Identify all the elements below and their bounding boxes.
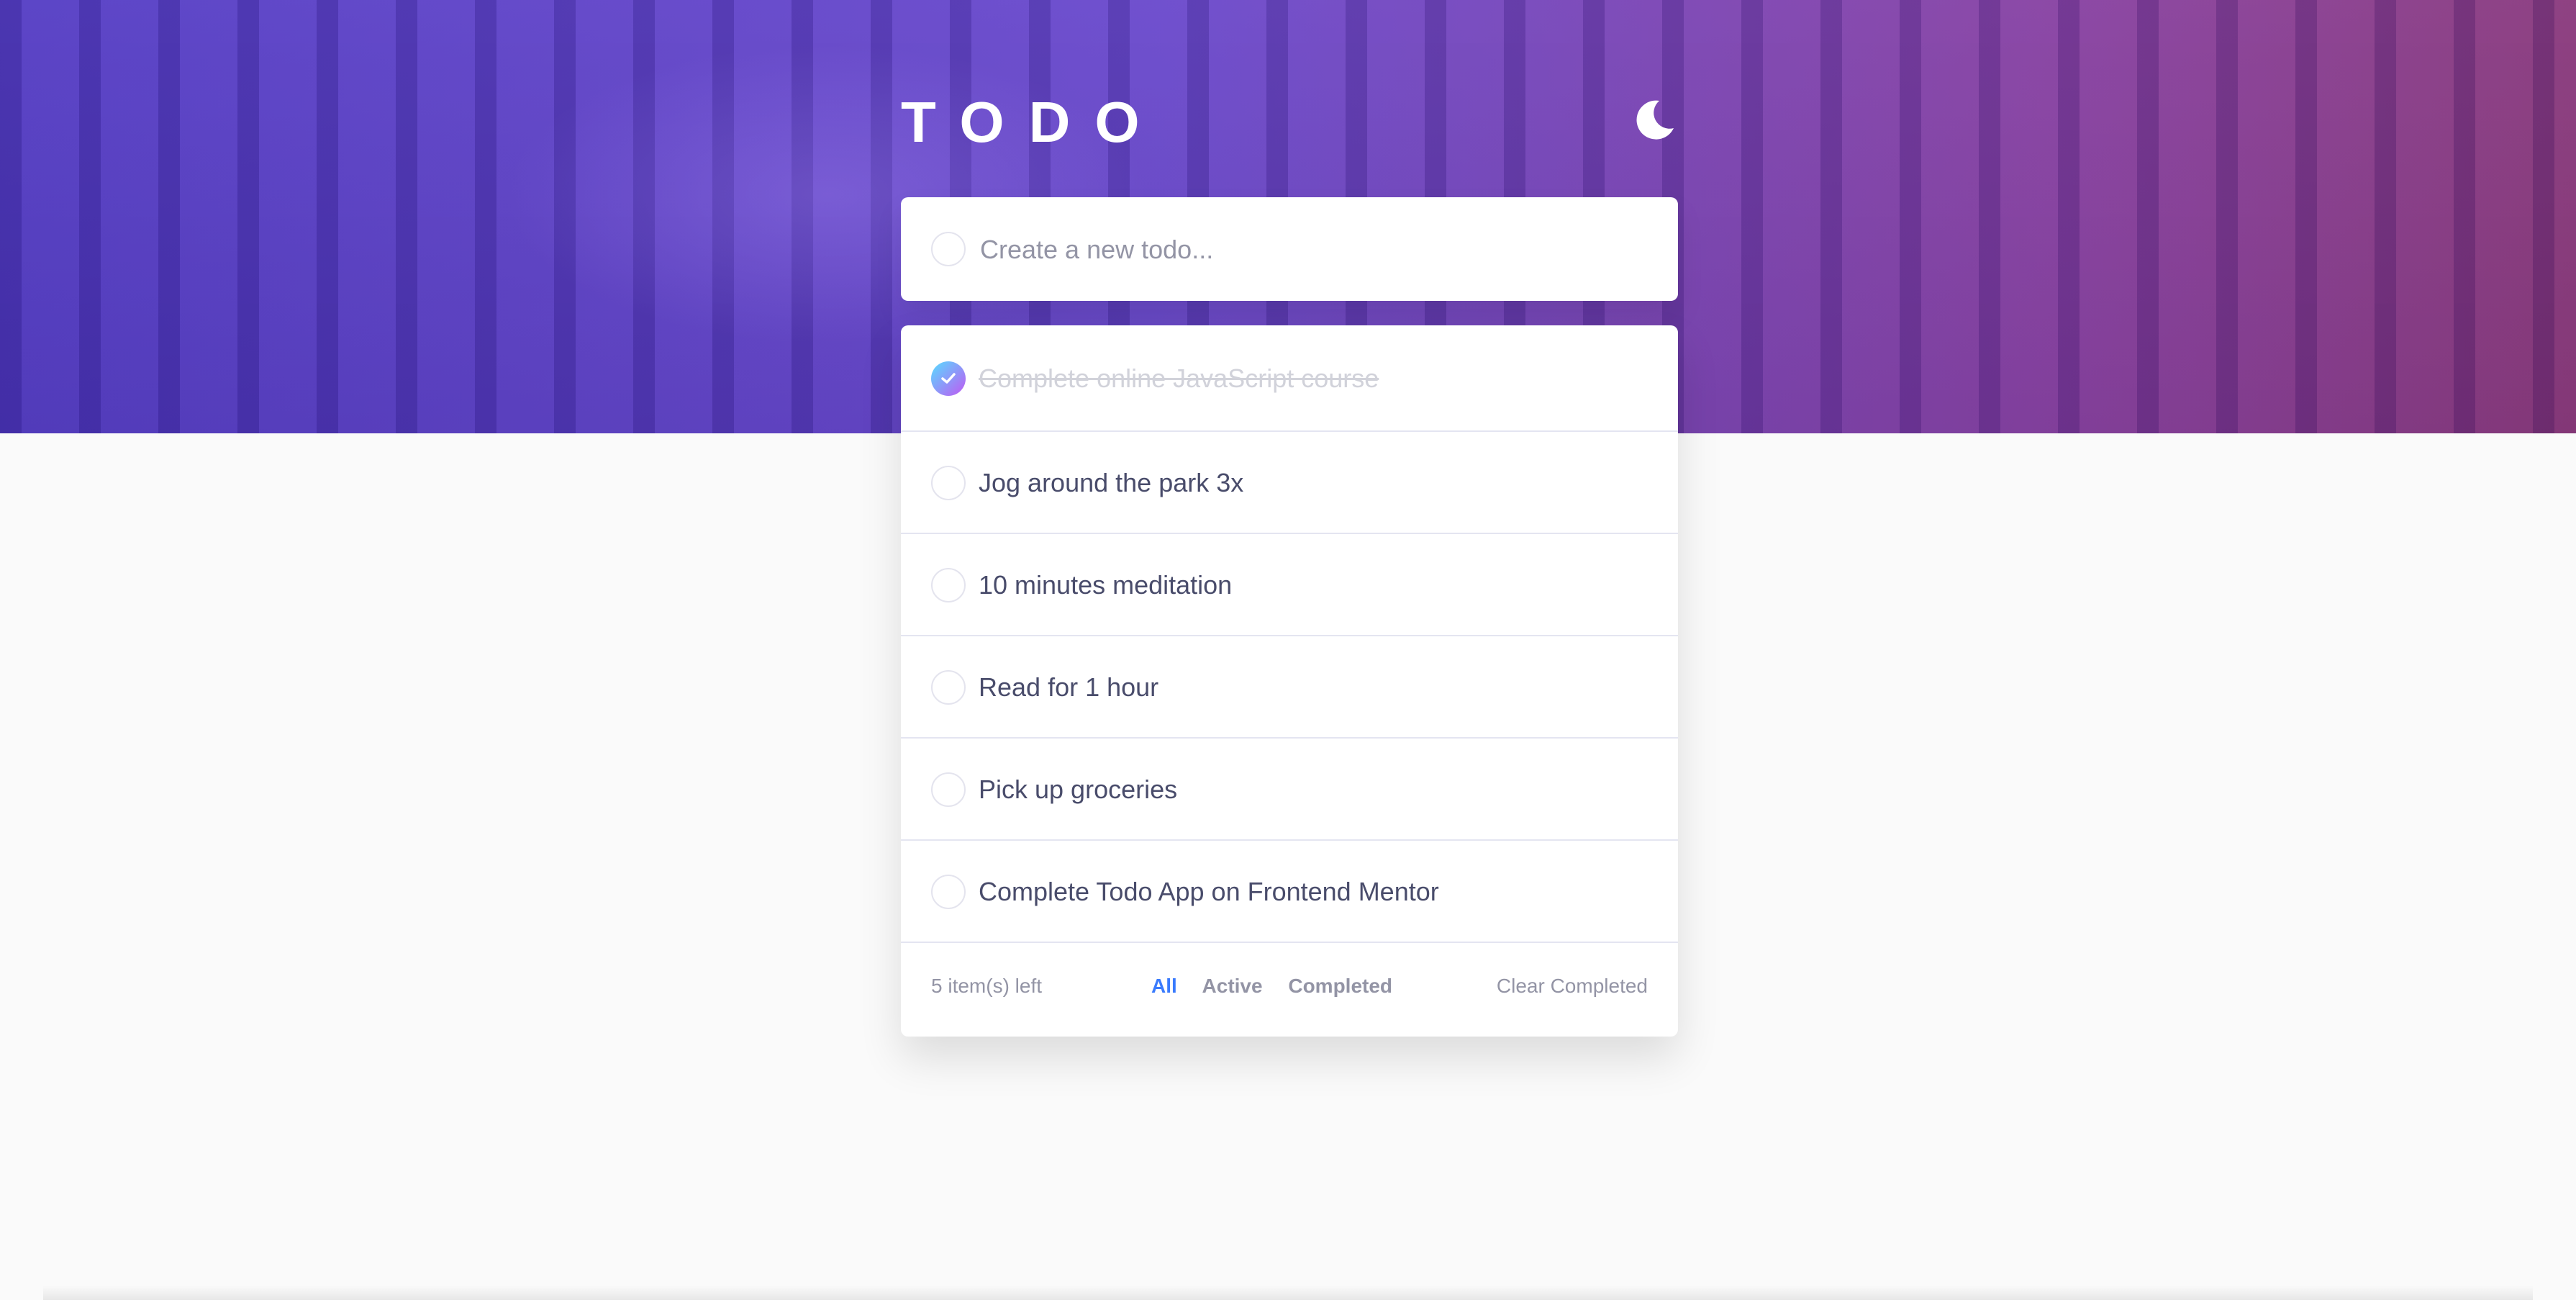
todo-text[interactable]: Complete Todo App on Frontend Mentor xyxy=(979,841,1439,943)
todo-checkbox[interactable] xyxy=(931,670,966,705)
todo-item: Jog around the park 3x xyxy=(901,432,1678,534)
todo-item: Pick up groceries xyxy=(901,739,1678,841)
filter-completed[interactable]: Completed xyxy=(1288,975,1392,997)
todo-text[interactable]: Jog around the park 3x xyxy=(979,432,1243,534)
todo-checkbox[interactable] xyxy=(931,875,966,909)
app-header: TODO xyxy=(901,86,1678,158)
new-todo-input[interactable] xyxy=(979,223,1651,276)
new-todo-bar xyxy=(901,197,1678,301)
items-left-count: 5 item(s) left xyxy=(931,975,1043,997)
check-icon xyxy=(941,373,956,384)
todo-text[interactable]: 10 minutes meditation xyxy=(979,534,1232,636)
todo-checkbox[interactable] xyxy=(931,466,966,500)
todo-item: Complete online JavaScript course xyxy=(901,325,1678,432)
todo-text[interactable]: Read for 1 hour xyxy=(979,636,1158,739)
todo-footer: 5 item(s) left All Active Completed Clea… xyxy=(901,943,1678,1037)
new-todo-checkbox[interactable] xyxy=(931,232,966,266)
todo-item: 10 minutes meditation xyxy=(901,534,1678,636)
filter-active[interactable]: Active xyxy=(1202,975,1263,997)
todo-list: Complete online JavaScript course Jog ar… xyxy=(901,325,1678,1037)
filter-all[interactable]: All xyxy=(1151,975,1177,997)
todo-item: Read for 1 hour xyxy=(901,636,1678,739)
bottom-edge-shadow xyxy=(43,1286,2533,1300)
todo-text[interactable]: Complete online JavaScript course xyxy=(979,325,1379,432)
filter-tabs: All Active Completed xyxy=(1151,943,1412,1029)
todo-text[interactable]: Pick up groceries xyxy=(979,739,1177,841)
todo-checkbox-checked[interactable] xyxy=(931,361,966,396)
moon-icon xyxy=(1636,100,1674,140)
clear-completed-button[interactable]: Clear Completed xyxy=(1497,943,1648,1029)
app-title: TODO xyxy=(901,90,1164,154)
todo-checkbox[interactable] xyxy=(931,568,966,602)
theme-toggle-button[interactable] xyxy=(1631,96,1678,144)
todo-item: Complete Todo App on Frontend Mentor xyxy=(901,841,1678,943)
todo-checkbox[interactable] xyxy=(931,772,966,807)
